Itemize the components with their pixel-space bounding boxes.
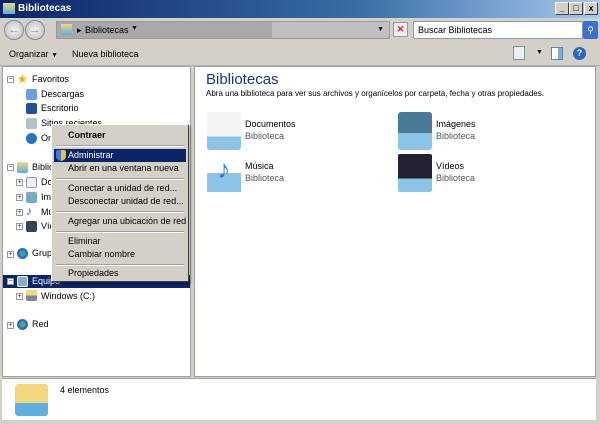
new-library-button[interactable]: Nueva biblioteca	[72, 49, 139, 59]
menu-separator	[56, 231, 184, 233]
menu-separator	[56, 145, 184, 147]
address-bar[interactable]: ▸ Bibliotecas ▼ ▼	[56, 21, 390, 39]
library-name: Imágenes	[436, 119, 476, 129]
page-subtitle: Abra una biblioteca para ver sus archivo…	[206, 89, 544, 98]
forward-button[interactable]: →	[25, 20, 45, 40]
downloads-icon	[26, 89, 37, 100]
library-type: Biblioteca	[436, 131, 476, 141]
library-name: Vídeos	[436, 161, 465, 171]
recent-places-icon	[26, 118, 37, 129]
menu-item-propiedades[interactable]: Propiedades	[54, 267, 186, 280]
menu-item-abrir-ventana-nueva[interactable]: Abrir en una ventana nueva	[54, 162, 186, 175]
maximize-button[interactable]: □	[569, 2, 583, 15]
chevron-down-icon: ▼	[51, 52, 58, 59]
expand-icon[interactable]: +	[7, 322, 14, 329]
library-name: Documentos	[245, 119, 296, 129]
search-icon[interactable]: ⚲	[583, 21, 598, 39]
nav-favorites[interactable]: Favoritos	[32, 73, 69, 86]
library-type: Biblioteca	[245, 131, 285, 141]
libraries-icon	[3, 3, 15, 14]
music-icon: ♪	[207, 154, 241, 192]
history-dropdown-icon[interactable]: ▼	[377, 26, 384, 33]
view-options-icon[interactable]	[513, 46, 525, 60]
toolbar: Organizar ▼ Nueva biblioteca ▼ ?	[0, 42, 600, 66]
address-row: ← → ▸ Bibliotecas ▼ ▼ ✕ Buscar Bibliotec…	[0, 18, 600, 42]
menu-item-eliminar[interactable]: Eliminar	[54, 235, 186, 248]
pictures-icon	[398, 112, 432, 150]
expand-icon[interactable]: +	[16, 209, 23, 216]
menu-item-administrar[interactable]: Administrar	[54, 149, 186, 162]
help-icon[interactable]: ?	[573, 47, 586, 60]
expand-icon[interactable]: +	[16, 223, 23, 230]
collapse-icon[interactable]: −	[7, 76, 14, 83]
expand-icon[interactable]: +	[7, 251, 14, 258]
drive-icon	[26, 290, 37, 301]
library-name: Música	[245, 161, 274, 171]
clear-icon[interactable]: ✕	[393, 22, 408, 37]
documents-icon	[26, 177, 37, 188]
organize-button[interactable]: Organizar ▼	[9, 49, 58, 59]
homegroup-icon	[17, 248, 28, 259]
menu-separator	[56, 211, 184, 213]
collapse-icon[interactable]: −	[7, 278, 14, 285]
chevron-down-icon[interactable]: ▼	[131, 25, 138, 32]
nav-windows-c[interactable]: Windows (C:)	[41, 290, 95, 303]
menu-item-agregar-ubicacion[interactable]: Agregar una ubicación de red	[54, 215, 186, 228]
documents-icon	[207, 112, 241, 150]
nav-descargas[interactable]: Descargas	[41, 88, 84, 101]
libraries-icon	[61, 24, 72, 35]
music-icon: ♪	[26, 204, 32, 218]
expand-icon[interactable]: +	[16, 179, 23, 186]
back-button[interactable]: ←	[4, 20, 24, 40]
title-bar: Bibliotecas _ □ x	[0, 0, 600, 18]
menu-item-desconectar-unidad[interactable]: Desconectar unidad de red...	[54, 195, 186, 208]
expand-icon[interactable]: +	[16, 293, 23, 300]
menu-item-contraer[interactable]: Contraer	[54, 129, 186, 142]
library-type: Biblioteca	[245, 173, 285, 183]
shield-icon	[56, 150, 66, 161]
collapse-icon[interactable]: −	[7, 164, 14, 171]
preview-pane-icon[interactable]	[551, 47, 563, 60]
menu-separator	[56, 264, 184, 266]
videos-icon	[26, 221, 37, 232]
page-title: Bibliotecas	[206, 71, 279, 88]
star-icon: ★	[17, 72, 28, 86]
libraries-icon	[15, 384, 48, 416]
minimize-button[interactable]: _	[555, 2, 569, 15]
details-pane: 4 elementos	[2, 378, 596, 420]
chevron-down-icon[interactable]: ▼	[536, 49, 543, 56]
libraries-icon	[17, 162, 28, 173]
expand-icon[interactable]: +	[16, 194, 23, 201]
content-pane: Bibliotecas Abra una biblioteca para ver…	[194, 66, 596, 377]
menu-separator	[56, 178, 184, 180]
nav-red[interactable]: Red	[32, 318, 49, 331]
videos-icon	[398, 154, 432, 192]
menu-item-label: Administrar	[68, 150, 114, 160]
breadcrumb-arrow-icon: ▸	[77, 25, 82, 35]
pictures-icon	[26, 192, 37, 203]
cloud-icon	[26, 133, 37, 144]
window-title: Bibliotecas	[18, 3, 72, 14]
context-menu: Contraer Administrar Abrir en una ventan…	[51, 124, 189, 282]
menu-item-cambiar-nombre[interactable]: Cambiar nombre	[54, 248, 186, 261]
item-count: 4 elementos	[60, 385, 110, 395]
close-button[interactable]: x	[584, 2, 598, 15]
breadcrumb-bibliotecas[interactable]: Bibliotecas	[85, 25, 129, 35]
search-input[interactable]: Buscar Bibliotecas	[413, 21, 583, 39]
desktop-icon	[26, 103, 37, 114]
nav-escritorio[interactable]: Escritorio	[41, 102, 79, 115]
organize-label: Organizar	[9, 49, 49, 59]
library-type: Biblioteca	[436, 173, 476, 183]
network-icon	[17, 319, 28, 330]
computer-icon	[17, 276, 28, 287]
menu-item-conectar-unidad[interactable]: Conectar a unidad de red...	[54, 182, 186, 195]
